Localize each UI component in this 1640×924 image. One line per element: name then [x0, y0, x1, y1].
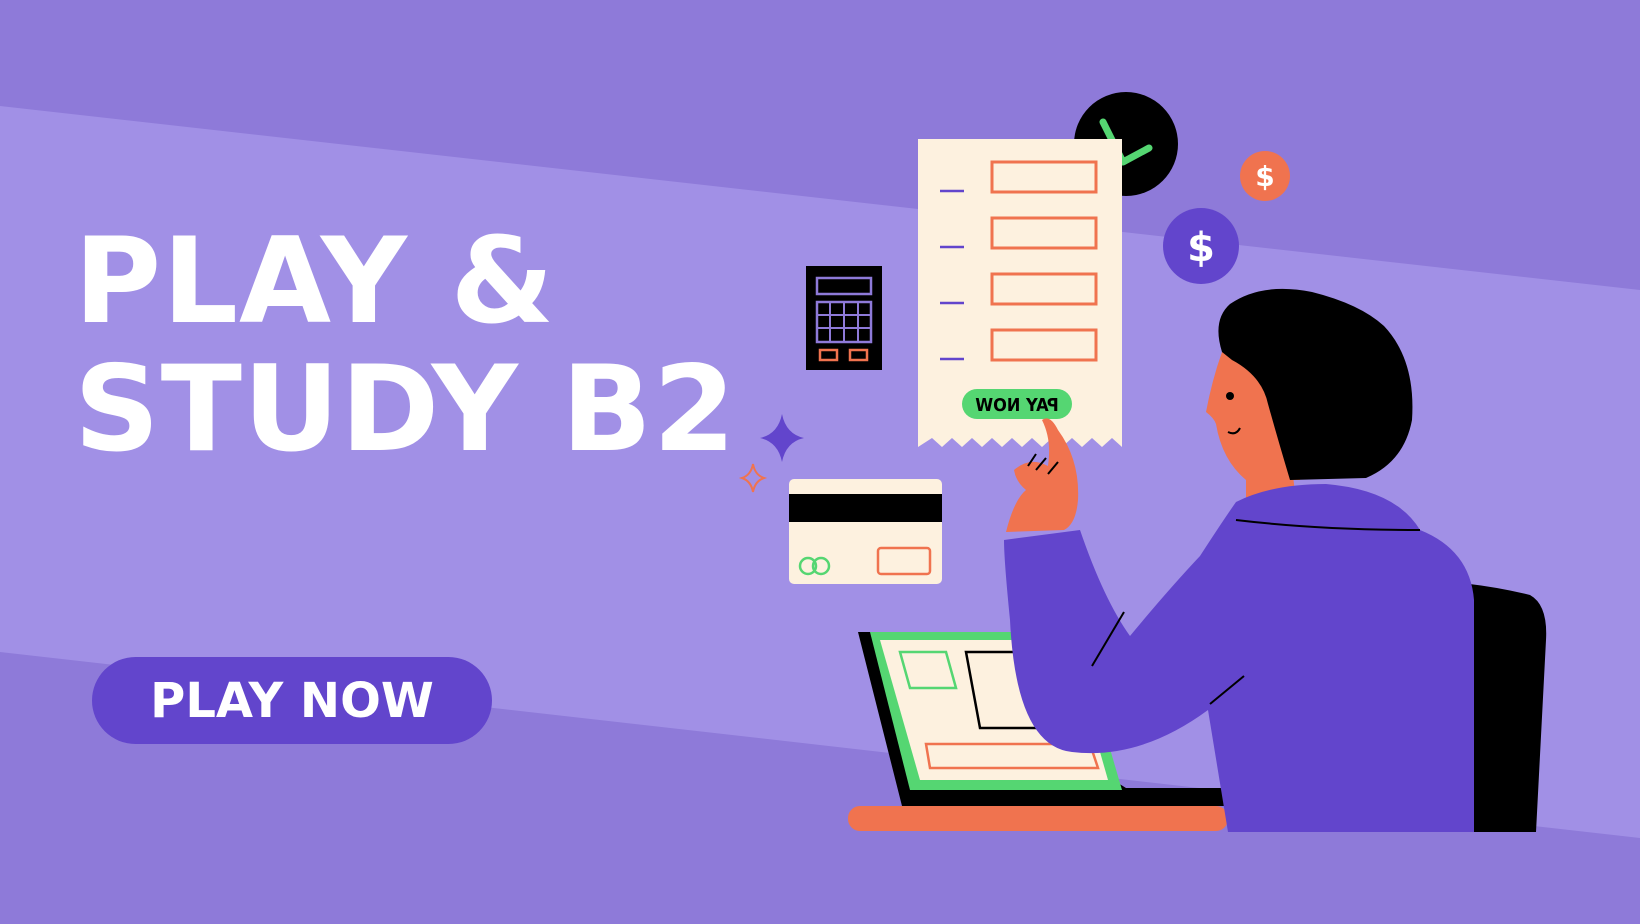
receipt: PAY NOW: [918, 139, 1122, 447]
payment-illustration: $ $ PAY NOW: [738, 92, 1547, 832]
dollar-coin-icon: $: [1163, 208, 1239, 284]
svg-text:$: $: [1187, 225, 1215, 271]
pay-now-label: PAY NOW: [975, 395, 1059, 416]
credit-card-icon: [789, 479, 942, 584]
calculator-icon: [806, 266, 882, 370]
sparkle-icon: [738, 463, 768, 493]
dollar-coin-icon: $: [1240, 151, 1290, 201]
desk: [848, 806, 1228, 831]
svg-text:$: $: [1255, 160, 1274, 193]
sparkle-icon: [760, 414, 804, 462]
